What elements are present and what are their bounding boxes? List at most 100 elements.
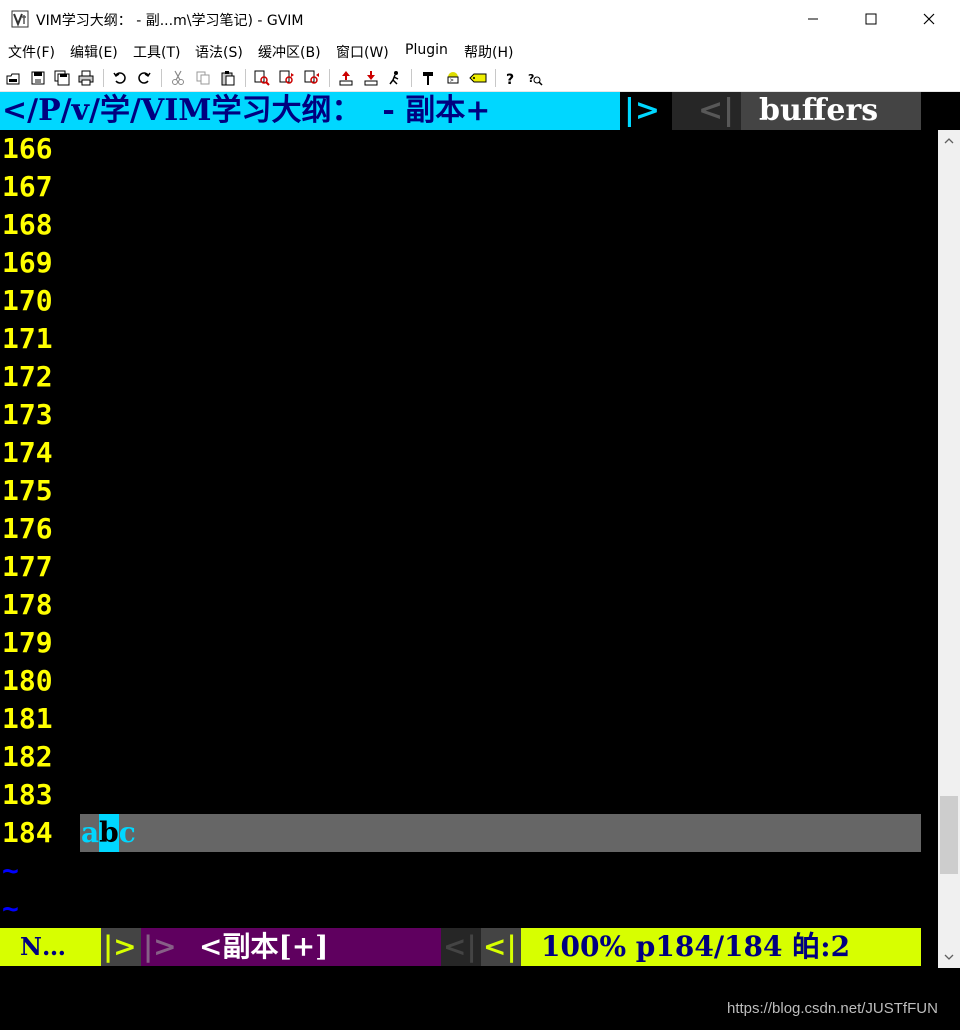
minimize-button[interactable] (784, 0, 842, 38)
scroll-up-button[interactable] (938, 130, 960, 152)
print-icon[interactable] (76, 68, 96, 88)
load-session-icon[interactable] (336, 68, 356, 88)
line-number: 167 (2, 170, 53, 203)
menu-syntax[interactable]: 语法(S) (195, 42, 243, 62)
editor-line: 170 (0, 282, 921, 320)
replace-icon[interactable] (252, 68, 272, 88)
title-bar: VIM学习大纲： - 副...m\学习笔记) - GVIM (0, 0, 960, 38)
line-number: 166 (2, 132, 53, 165)
editor-line: 181 (0, 700, 921, 738)
cut-icon[interactable] (168, 68, 188, 88)
tilde-marker: ~ (2, 892, 19, 925)
menu-bar: 文件(F) 编辑(E) 工具(T) 语法(S) 缓冲区(B) 窗口(W) Plu… (0, 38, 960, 64)
paste-icon[interactable] (218, 68, 238, 88)
tabline: </P/v/学/VIM学习大纲： - 副本+ |> <| buffers (0, 92, 921, 130)
menu-help[interactable]: 帮助(H) (464, 42, 513, 62)
chevron-down-icon (944, 954, 954, 960)
text-after-cursor: c (118, 816, 136, 849)
help-icon[interactable]: ? (500, 68, 520, 88)
status-separator: <| (441, 928, 481, 966)
menu-buffers[interactable]: 缓冲区(B) (258, 42, 321, 62)
line-number: 173 (2, 398, 53, 431)
line-number: 178 (2, 588, 53, 621)
status-position: 100% p184/184 㿟:2 (521, 928, 921, 966)
editor-area[interactable]: 166 167 168 169 170 171 172 173 174 175 … (0, 130, 921, 928)
text-cursor: b (99, 814, 119, 852)
buffers-label[interactable]: buffers (741, 92, 921, 130)
close-button[interactable] (900, 0, 958, 38)
status-filename: <副本[+] (185, 928, 441, 966)
tab-separator-left: <| (672, 92, 741, 130)
tab-separator-right: |> (620, 92, 672, 130)
editor-line: 169 (0, 244, 921, 282)
editor-line: 178 (0, 586, 921, 624)
editor-line: 177 (0, 548, 921, 586)
editor-line: 172 (0, 358, 921, 396)
line-text: abc (81, 814, 136, 852)
line-number: 180 (2, 664, 53, 697)
filler-line: ~ (0, 852, 921, 890)
line-number: 183 (2, 778, 53, 811)
tag-jump-icon[interactable] (468, 68, 488, 88)
editor-line: 171 (0, 320, 921, 358)
line-number: 170 (2, 284, 53, 317)
editor-line: 174 (0, 434, 921, 472)
make-icon[interactable] (418, 68, 438, 88)
editor-line: 168 (0, 206, 921, 244)
maximize-icon (865, 13, 877, 25)
menu-file[interactable]: 文件(F) (8, 42, 55, 62)
tilde-marker: ~ (2, 854, 19, 887)
maximize-button[interactable] (842, 0, 900, 38)
line-number: 175 (2, 474, 53, 507)
line-number: 176 (2, 512, 53, 545)
open-icon[interactable] (3, 68, 23, 88)
vertical-scrollbar[interactable] (938, 130, 960, 968)
status-mode: N… (0, 928, 101, 966)
gvim-icon (11, 10, 29, 28)
editor-line: 167 (0, 168, 921, 206)
status-separator: <| (481, 928, 521, 966)
line-number: 184 (2, 816, 53, 849)
scrollbar-thumb[interactable] (940, 796, 958, 874)
editor-line: 173 (0, 396, 921, 434)
editor-line: 180 (0, 662, 921, 700)
menu-plugin[interactable]: Plugin (405, 42, 448, 58)
undo-icon[interactable] (110, 68, 130, 88)
editor-line: 176 (0, 510, 921, 548)
watermark: https://blog.csdn.net/JUSTfFUN (727, 1000, 938, 1017)
line-number: 174 (2, 436, 53, 469)
save-icon[interactable] (28, 68, 48, 88)
text-before-cursor: a (81, 816, 100, 849)
save-all-icon[interactable] (52, 68, 72, 88)
svg-text:?: ? (506, 72, 514, 86)
copy-icon[interactable] (193, 68, 213, 88)
line-number: 171 (2, 322, 53, 355)
find-prev-icon[interactable] (302, 68, 322, 88)
svg-text:?: ? (528, 72, 534, 85)
cursor-line[interactable]: 184 abc (0, 814, 921, 852)
menu-tools[interactable]: 工具(T) (133, 42, 180, 62)
redo-icon[interactable] (134, 68, 154, 88)
window-title: VIM学习大纲： - 副...m\学习笔记) - GVIM (36, 13, 304, 29)
scroll-down-button[interactable] (938, 946, 960, 968)
minimize-icon (808, 18, 818, 20)
find-next-icon[interactable] (277, 68, 297, 88)
line-number: 179 (2, 626, 53, 659)
line-number: 181 (2, 702, 53, 735)
line-number: 172 (2, 360, 53, 393)
toolbar: >_ ? ? (0, 64, 960, 92)
find-help-icon[interactable]: ? (525, 68, 545, 88)
editor-line: 166 (0, 130, 921, 168)
save-session-icon[interactable] (361, 68, 381, 88)
line-number: 168 (2, 208, 53, 241)
status-separator: |> (101, 928, 141, 966)
close-icon (923, 13, 935, 25)
run-script-icon[interactable] (385, 68, 405, 88)
svg-text:>_: >_ (450, 77, 458, 84)
tab-current[interactable]: </P/v/学/VIM学习大纲： - 副本+ (0, 92, 620, 130)
menu-edit[interactable]: 编辑(E) (70, 42, 118, 62)
menu-window[interactable]: 窗口(W) (336, 42, 389, 62)
shell-icon[interactable]: >_ (443, 68, 463, 88)
status-line: N… |> |> <副本[+] <| <| 100% p184/184 㿟:2 (0, 928, 921, 966)
filler-line: ~ (0, 890, 921, 928)
